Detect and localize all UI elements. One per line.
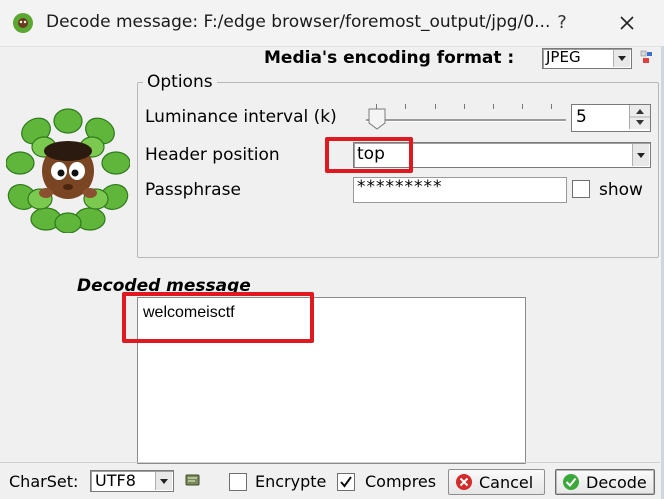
- charset-label: CharSet:: [9, 472, 79, 491]
- options-legend: Options: [143, 72, 217, 92]
- tool-icon[interactable]: [184, 472, 202, 488]
- slider-tick: [464, 104, 465, 109]
- slider-tick: [522, 104, 523, 109]
- header-position-label: Header position: [145, 145, 280, 165]
- close-icon: [620, 16, 634, 30]
- luminance-slider-track[interactable]: [366, 119, 566, 122]
- luminance-label: Luminance interval (k): [145, 107, 337, 127]
- dropdown-arrow-icon: [613, 50, 630, 67]
- slider-tick: [551, 104, 552, 109]
- slider-tick: [405, 104, 406, 109]
- app-mascot-icon: [12, 12, 34, 34]
- highlight-decoded-message: [122, 292, 314, 343]
- cancel-label: Cancel: [479, 472, 534, 492]
- bottom-separator: [0, 462, 660, 463]
- passphrase-value: *********: [357, 177, 443, 197]
- dropdown-arrow-icon: [632, 144, 649, 166]
- decode-button[interactable]: Decode: [555, 469, 655, 495]
- luminance-slider-thumb[interactable]: [368, 108, 386, 130]
- mascot-leaves-icon: [5, 107, 131, 234]
- highlight-header-position: [325, 137, 413, 173]
- cancel-button[interactable]: Cancel: [448, 469, 545, 495]
- dropdown-arrow-icon: [155, 472, 172, 490]
- passphrase-label: Passphrase: [145, 180, 241, 200]
- decode-label: Decode: [586, 472, 647, 492]
- decode-check-icon: [563, 474, 579, 490]
- palette-icon[interactable]: [640, 49, 654, 63]
- media-format-value: JPEG: [546, 48, 581, 66]
- spin-down-icon: [636, 120, 644, 125]
- luminance-value: 5: [576, 107, 587, 127]
- slider-tick: [493, 104, 494, 109]
- show-label: show: [599, 180, 643, 200]
- spin-up-icon: [636, 109, 644, 114]
- media-format-label: Media's encoding format :: [264, 48, 515, 68]
- spinner-buttons[interactable]: [629, 105, 650, 129]
- cancel-icon: [456, 474, 472, 490]
- encrypted-checkbox[interactable]: [229, 473, 247, 491]
- help-button[interactable]: ?: [548, 8, 576, 38]
- slider-tick: [435, 104, 436, 109]
- compressed-label: Compres: [365, 472, 437, 491]
- charset-value: UTF8: [95, 471, 136, 490]
- show-checkbox[interactable]: [572, 180, 590, 198]
- window-title: Decode message: F:/edge browser/foremost…: [46, 12, 551, 32]
- encrypted-label: Encrypted: [255, 472, 327, 491]
- close-button[interactable]: [608, 8, 646, 38]
- compressed-checkbox[interactable]: [337, 473, 355, 491]
